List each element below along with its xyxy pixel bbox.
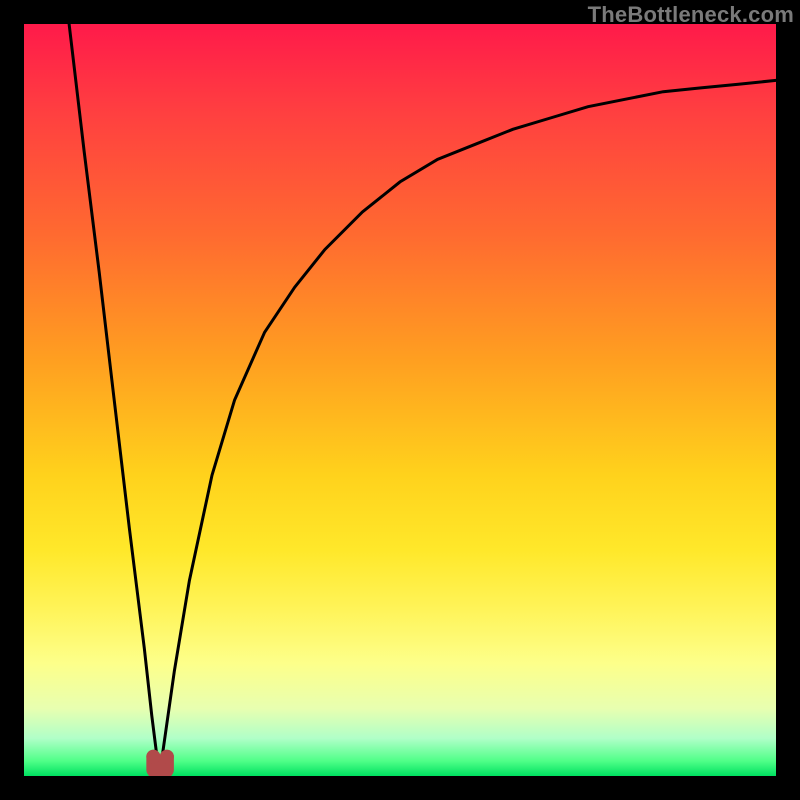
curve-right-branch <box>159 80 776 776</box>
optimum-dot-left <box>146 750 160 764</box>
chart-frame: TheBottleneck.com <box>0 0 800 800</box>
plot-area <box>24 24 776 776</box>
curve-layer <box>24 24 776 776</box>
watermark-text: TheBottleneck.com <box>588 2 794 28</box>
curve-left-branch <box>69 24 159 776</box>
optimum-dot-right <box>160 750 174 764</box>
